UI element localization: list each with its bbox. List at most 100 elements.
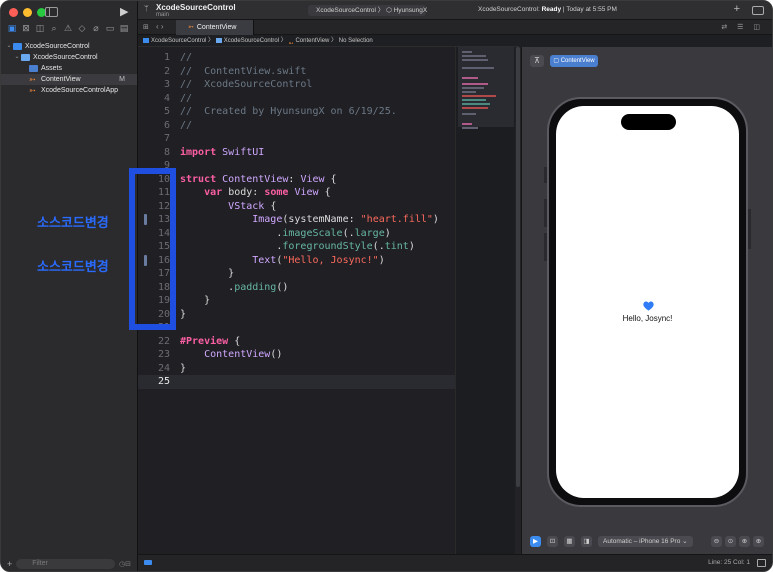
code-line[interactable]: 20}: [138, 308, 455, 322]
code-line[interactable]: 18 .padding(): [138, 281, 455, 295]
line-number[interactable]: 4: [138, 92, 170, 106]
code-line[interactable]: 15 .foregroundStyle(.tint): [138, 240, 455, 254]
bookmark-navigator-icon[interactable]: ◫: [35, 23, 45, 34]
line-number[interactable]: 2: [138, 65, 170, 79]
project-title[interactable]: XcodeSourceControl: [156, 3, 236, 12]
code-text[interactable]: }: [180, 362, 186, 376]
back-forward-icon[interactable]: ‹ ›: [156, 22, 164, 31]
preview-selector[interactable]: ▢ ContentView: [550, 55, 598, 67]
code-text[interactable]: }: [180, 294, 210, 308]
close-window-button[interactable]: [9, 8, 18, 17]
code-line[interactable]: 25: [138, 375, 455, 389]
line-number[interactable]: 5: [138, 105, 170, 119]
zoom-fit-icon[interactable]: ⊙: [725, 535, 736, 547]
line-number[interactable]: 3: [138, 78, 170, 92]
filter-input[interactable]: Filter: [16, 558, 116, 569]
zoom-out-icon[interactable]: ⊖: [711, 535, 722, 547]
breadcrumb-project[interactable]: XcodeSourceControl: [151, 38, 206, 44]
code-line[interactable]: 9: [138, 159, 455, 173]
folder-navigator-icon[interactable]: ▣: [7, 23, 17, 34]
branch-name[interactable]: main: [156, 12, 169, 18]
code-text[interactable]: ContentView(): [180, 348, 282, 362]
sidebar-toggle-icon[interactable]: [45, 7, 58, 17]
zoom-in-icon[interactable]: ⊕: [753, 535, 764, 547]
tab-contentview[interactable]: ➳ ContentView: [176, 20, 254, 35]
related-items-icon[interactable]: ⊞: [143, 23, 149, 31]
line-number[interactable]: 25: [138, 375, 170, 389]
zoom-100-icon[interactable]: ⊕: [739, 535, 750, 547]
scheme-selector[interactable]: XcodeSourceControl 〉 ⬡ HyunsungX: [308, 5, 427, 16]
line-number[interactable]: 6: [138, 119, 170, 133]
scroll-thumb[interactable]: [516, 47, 520, 487]
pin-icon[interactable]: ⊼: [530, 55, 544, 67]
breakpoint-navigator-icon[interactable]: ▭: [105, 23, 115, 34]
code-line[interactable]: 3 // XcodeSourceControl: [138, 78, 455, 92]
code-line[interactable]: 24}: [138, 362, 455, 376]
code-text[interactable]: // ContentView.swift: [180, 65, 306, 79]
code-line[interactable]: 5 // Created by HyunsungX on 6/19/25.: [138, 105, 455, 119]
code-text[interactable]: // XcodeSourceControl: [180, 78, 312, 92]
breadcrumb-selection[interactable]: No Selection: [339, 38, 373, 44]
line-number[interactable]: 1: [138, 51, 170, 65]
line-number[interactable]: 24: [138, 362, 170, 376]
line-number[interactable]: 22: [138, 335, 170, 349]
code-line[interactable]: 1 //: [138, 51, 455, 65]
code-line[interactable]: 16 Text("Hello, Josync!"): [138, 254, 455, 268]
code-line[interactable]: 8 import SwiftUI: [138, 146, 455, 160]
selectable-mode-icon[interactable]: ⊡: [547, 535, 558, 547]
line-number[interactable]: 7: [138, 132, 170, 146]
code-text[interactable]: //: [180, 51, 192, 65]
minimap[interactable]: [455, 47, 515, 556]
code-text[interactable]: Text("Hello, Josync!"): [180, 254, 384, 268]
debug-navigator-icon[interactable]: ⌀: [91, 23, 101, 34]
code-line[interactable]: 19 }: [138, 294, 455, 308]
search-navigator-icon[interactable]: ⌕: [49, 23, 59, 34]
run-icon[interactable]: ▶: [120, 5, 128, 18]
code-text[interactable]: // Created by HyunsungX on 6/19/25.: [180, 105, 397, 119]
line-number[interactable]: 8: [138, 146, 170, 160]
code-text[interactable]: //: [180, 92, 192, 106]
code-text[interactable]: #Preview {: [180, 335, 240, 349]
editor-options-icon[interactable]: ⇄ ☰ ◫: [721, 23, 764, 31]
code-line[interactable]: 13 Image(systemName: "heart.fill"): [138, 213, 455, 227]
chevron-down-icon[interactable]: ⌄: [5, 41, 13, 52]
variants-icon[interactable]: ▦: [564, 535, 575, 547]
tree-item-contentview[interactable]: ➳ ContentView M: [1, 74, 137, 85]
code-line[interactable]: 11 var body: some View {: [138, 186, 455, 200]
code-line[interactable]: 6 //: [138, 119, 455, 133]
code-line[interactable]: 10 struct ContentView: View {: [138, 173, 455, 187]
code-text[interactable]: VStack {: [180, 200, 276, 214]
source-editor[interactable]: 1 // 2 // ContentView.swift 3 // XcodeSourceC…: [138, 47, 455, 556]
code-text[interactable]: .foregroundStyle(.tint): [180, 240, 415, 254]
code-line[interactable]: 17 }: [138, 267, 455, 281]
code-text[interactable]: import SwiftUI: [180, 146, 264, 160]
code-line[interactable]: 14 .imageScale(.large): [138, 227, 455, 241]
console-indicator-icon[interactable]: [144, 560, 152, 565]
line-number[interactable]: 23: [138, 348, 170, 362]
issue-navigator-icon[interactable]: ⚠: [63, 23, 73, 34]
device-selector[interactable]: Automatic – iPhone 16 Pro ⌄: [598, 535, 693, 547]
breadcrumb-folder[interactable]: XcodeSourceControl: [224, 38, 279, 44]
code-text[interactable]: Image(systemName: "heart.fill"): [180, 213, 439, 227]
code-text[interactable]: }: [180, 267, 234, 281]
tree-item-project[interactable]: ⌄ XcodeSourceControl: [1, 41, 137, 52]
filter-options-icon[interactable]: ◷⊟: [119, 560, 131, 568]
add-icon[interactable]: +: [7, 559, 12, 569]
code-line[interactable]: 22 #Preview {: [138, 335, 455, 349]
code-text[interactable]: .imageScale(.large): [180, 227, 390, 241]
minimize-window-button[interactable]: [23, 8, 32, 17]
inspector-toggle-icon[interactable]: [752, 6, 764, 15]
chevron-down-icon[interactable]: ⌄: [13, 52, 21, 63]
code-line[interactable]: 12 VStack {: [138, 200, 455, 214]
code-text[interactable]: .padding(): [180, 281, 288, 295]
test-navigator-icon[interactable]: ◇: [77, 23, 87, 34]
device-screen[interactable]: Hello, Josync!: [556, 106, 739, 498]
code-line[interactable]: 4 //: [138, 92, 455, 106]
code-text[interactable]: //: [180, 119, 192, 133]
code-text[interactable]: }: [180, 308, 186, 322]
report-navigator-icon[interactable]: ▤: [119, 23, 129, 34]
library-add-icon[interactable]: +: [734, 3, 740, 15]
device-settings-icon[interactable]: ◨: [581, 535, 592, 547]
tree-item-folder[interactable]: ⌄ XcodeSourceControl: [1, 52, 137, 63]
tree-item-assets[interactable]: Assets: [1, 63, 137, 74]
